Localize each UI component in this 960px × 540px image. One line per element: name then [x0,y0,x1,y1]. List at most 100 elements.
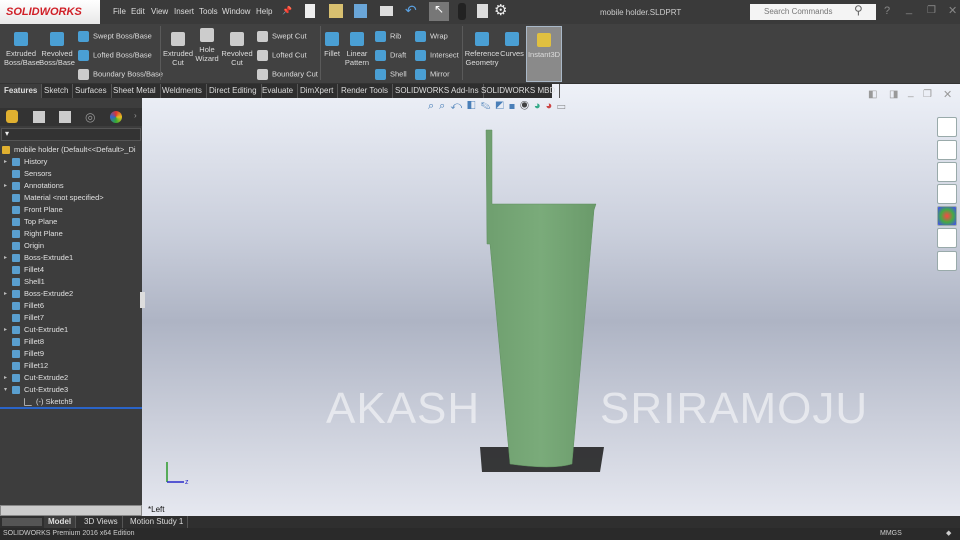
tab-sketch[interactable]: Sketch [40,84,74,98]
menu-insert[interactable]: Insert [174,7,194,16]
tree-item[interactable]: Fillet9 [12,349,44,359]
tree-item[interactable]: ▸ History [4,157,47,167]
tree-horizontal-scrollbar[interactable] [0,505,142,516]
solidworks-logo[interactable]: SOLIDWORKS [0,0,100,24]
tree-item[interactable]: Fillet8 [12,337,44,347]
menu-help[interactable]: Help [256,7,272,16]
menu-view[interactable]: View [151,7,168,16]
instant3d-button[interactable]: Instant3D [526,26,562,82]
options-gear-icon[interactable]: ⚙ [494,1,507,19]
displaymanager-tab-icon[interactable] [110,111,122,123]
tree-item[interactable]: Sensors [12,169,52,179]
expand-arrow-icon[interactable]: ▸ [4,290,7,297]
menu-window[interactable]: Window [222,7,250,16]
boundary-cut-button[interactable]: Boundary Cut [257,69,318,80]
tree-item-sketch9[interactable]: (-) Sketch9 [24,397,73,407]
task-pane-appearances-icon[interactable] [937,206,957,226]
tree-item[interactable]: Fillet4 [12,265,44,275]
rib-button[interactable]: Rib [375,31,401,42]
task-pane-custom-properties-icon[interactable] [937,228,957,248]
dimxpertmanager-tab-icon[interactable]: ◎ [85,110,95,124]
boundary-boss-button[interactable]: Boundary Boss/Base [78,69,163,80]
panel-collapse-handle[interactable] [140,292,145,308]
tab-evaluate[interactable]: Evaluate [258,84,299,98]
open-icon[interactable] [329,4,343,18]
tree-item[interactable]: Front Plane [12,205,63,215]
extruded-boss-button[interactable]: Extruded Boss/Base [4,32,40,67]
lofted-boss-button[interactable]: Lofted Boss/Base [78,50,152,61]
tab-solidworks-mbd[interactable]: SOLIDWORKS MBD [477,84,561,98]
new-document-icon[interactable] [305,4,315,18]
task-pane-file-explorer-icon[interactable] [937,162,957,182]
fillet-button[interactable]: Fillet [322,32,342,58]
minimize-icon[interactable]: _ [906,3,912,15]
extruded-cut-button[interactable]: Extruded Cut [163,32,193,67]
tree-item[interactable]: ▾ Cut-Extrude3 [4,385,68,395]
restore-icon[interactable]: ❐ [927,5,936,16]
mirror-button[interactable]: Mirror [415,69,450,80]
select-icon[interactable]: ↖ [429,2,449,21]
tree-item[interactable]: ▸ Cut-Extrude1 [4,325,68,335]
swept-cut-button[interactable]: Swept Cut [257,31,307,42]
tab-features[interactable]: Features [0,84,43,98]
menu-edit[interactable]: Edit [131,7,145,16]
tab-direct-editing[interactable]: Direct Editing [205,84,262,98]
tree-item[interactable]: Origin [12,241,44,251]
curves-button[interactable]: Curves [500,32,524,58]
tab-sheet-metal[interactable]: Sheet Metal [109,84,161,98]
task-pane-forum-icon[interactable] [937,251,957,271]
task-pane-design-library-icon[interactable] [937,140,957,160]
graphics-area[interactable]: ⌕⌕⤺◧✎◩◼◉◕◕▭ ◧ ◨ _ ❐ ✕ AKASH SRIRAMOJU z … [142,84,960,516]
tree-filter-input[interactable]: ▾ [1,128,141,141]
units-selector[interactable]: MMGS [880,530,902,537]
tab-scroll-arrows[interactable] [2,518,42,526]
undo-icon[interactable]: ↶ [405,2,417,19]
status-options-icon[interactable]: ◆ [946,529,951,537]
tab-dimxpert[interactable]: DimXpert [296,84,339,98]
tree-item[interactable]: Shell1 [12,277,45,287]
shell-button[interactable]: Shell [375,69,407,80]
more-tabs-icon[interactable]: › [134,111,137,120]
draft-button[interactable]: Draft [375,50,406,61]
expand-arrow-icon[interactable]: ▸ [4,254,7,261]
rollback-bar[interactable] [0,407,142,409]
tab-model[interactable]: Model [44,516,77,528]
print-icon[interactable] [380,6,393,16]
tab-weldments[interactable]: Weldments [158,84,207,98]
propertymanager-tab-icon[interactable] [33,111,45,123]
expand-arrow-icon[interactable]: ▸ [4,374,7,381]
tab-3d-views[interactable]: 3D Views [80,516,123,528]
wrap-button[interactable]: Wrap [415,31,448,42]
featuremanager-tab-icon[interactable] [6,110,18,123]
configurationmanager-tab-icon[interactable] [59,111,71,123]
search-icon[interactable]: ⚲ [854,3,863,17]
task-pane-home-icon[interactable] [937,117,957,137]
close-icon[interactable]: ✕ [948,4,957,17]
task-pane-view-palette-icon[interactable] [937,184,957,204]
tree-item[interactable]: Fillet7 [12,313,44,323]
linear-pattern-button[interactable]: Linear Pattern [343,32,371,67]
lofted-cut-button[interactable]: Lofted Cut [257,50,307,61]
reference-geometry-button[interactable]: Reference Geometry [464,32,500,67]
swept-boss-button[interactable]: Swept Boss/Base [78,31,152,42]
tree-item[interactable]: Top Plane [12,217,57,227]
expand-arrow-icon[interactable]: ▸ [4,158,7,165]
revolved-cut-button[interactable]: Revolved Cut [221,32,253,67]
tab-motion-study-1[interactable]: Motion Study 1 [126,516,189,528]
rebuild-icon[interactable] [458,3,466,20]
expand-arrow-icon[interactable]: ▸ [4,326,7,333]
tab-surfaces[interactable]: Surfaces [71,84,112,98]
help-icon[interactable]: ? [884,5,890,17]
tree-item[interactable]: Material <not specified> [12,193,104,203]
tree-item[interactable]: Right Plane [12,229,63,239]
tree-item[interactable]: ▸ Boss-Extrude1 [4,253,73,263]
menu-file[interactable]: File [113,7,126,16]
tree-item[interactable]: ▸ Annotations [4,181,64,191]
revolved-boss-button[interactable]: Revolved Boss/Base [39,32,75,67]
intersect-button[interactable]: Intersect [415,50,459,61]
expand-arrow-icon[interactable]: ▸ [4,182,7,189]
tab-render-tools[interactable]: Render Tools [337,84,393,98]
tree-item[interactable]: Fillet12 [12,361,48,371]
expand-arrow-icon[interactable]: ▾ [4,386,7,393]
save-icon[interactable] [354,4,367,18]
